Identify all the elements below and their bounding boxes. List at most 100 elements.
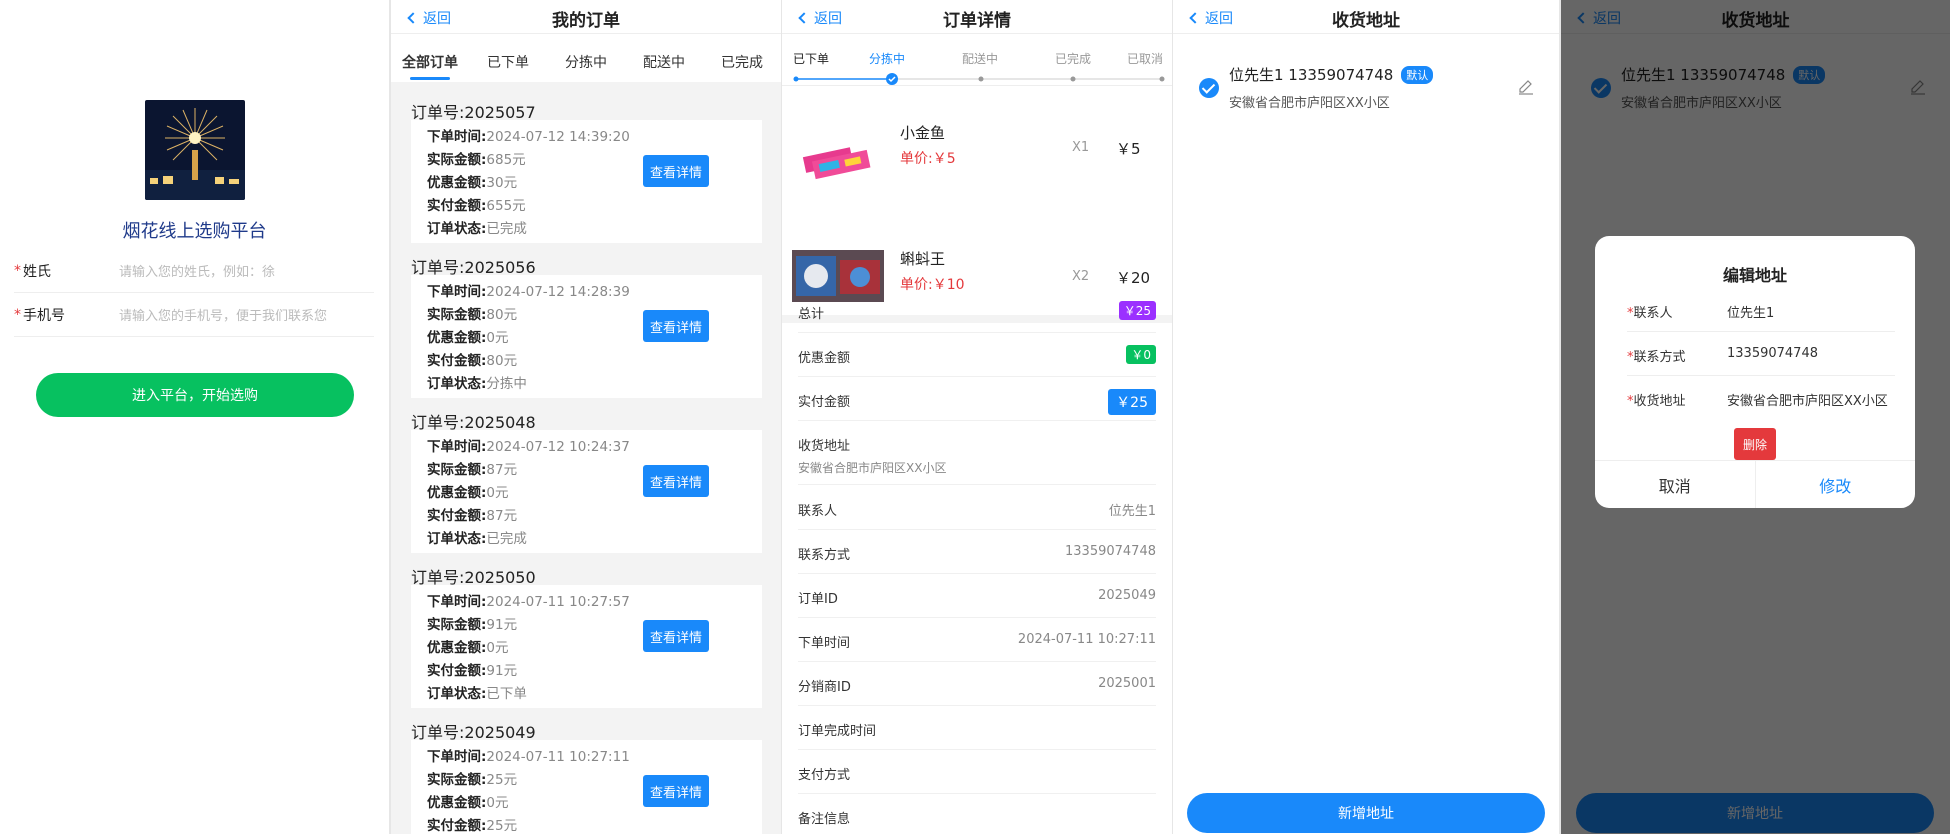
paid-value: 25元 bbox=[486, 818, 518, 834]
actual-value: 91元 bbox=[486, 617, 518, 633]
discount-badge: ￥0 bbox=[1126, 345, 1156, 364]
contact-field[interactable]: *联系人 位先生1 bbox=[1627, 288, 1895, 332]
order-id-value: 2025049 bbox=[1098, 588, 1156, 603]
page-title: 收货地址 bbox=[1332, 11, 1400, 31]
actual-label: 实际金额: bbox=[427, 462, 487, 478]
payment-method-label: 支付方式 bbox=[798, 768, 851, 783]
status-label: 订单状态: bbox=[427, 686, 487, 702]
view-details-button[interactable]: 查看详情 bbox=[643, 465, 709, 497]
dialog-title: 编辑地址 bbox=[1722, 266, 1787, 285]
product-amount: ￥20 bbox=[1116, 269, 1151, 287]
status-value: 已完成 bbox=[486, 531, 527, 547]
confirm-edit-button[interactable]: 修改 bbox=[1756, 461, 1916, 508]
product-qty: X2 bbox=[1072, 269, 1090, 284]
required-mark: * bbox=[14, 262, 21, 279]
view-details-button[interactable]: 查看详情 bbox=[643, 620, 709, 652]
total-badge: ￥25 bbox=[1118, 301, 1156, 320]
discount-row: 优惠金额 ￥0 bbox=[798, 333, 1156, 377]
product-image bbox=[792, 134, 884, 184]
nav-bar: 返回 订单详情 bbox=[782, 0, 1172, 34]
nav-bar: 返回 收货地址 bbox=[1173, 0, 1559, 34]
order-number: 订单号:2025050 bbox=[411, 561, 762, 587]
discount-value: 0元 bbox=[486, 330, 509, 346]
complete-time-label: 订单完成时间 bbox=[798, 724, 877, 739]
time-value: 2024-07-12 14:28:39 bbox=[486, 284, 630, 300]
paid-label: 实付金额: bbox=[427, 818, 487, 834]
order-number: 订单号:2025056 bbox=[411, 251, 762, 277]
time-value: 2024-07-11 10:27:11 bbox=[486, 749, 630, 765]
status-label: 订单状态: bbox=[427, 376, 487, 392]
order-progress-steps: 已下单 分拣中 配送中 已完成 已取消 bbox=[782, 34, 1172, 86]
detail-row: 分销商ID 2025001 bbox=[798, 662, 1156, 706]
edit-address-dialog: 编辑地址 *联系人 位先生1 *联系方式 13359074748 *收货地址 安… bbox=[1595, 236, 1915, 508]
discount-value: 0元 bbox=[486, 485, 509, 501]
actual-label: 实际金额: bbox=[427, 307, 487, 323]
tab-completed[interactable]: 已完成 bbox=[703, 34, 781, 82]
tab-delivering[interactable]: 配送中 bbox=[625, 34, 703, 82]
address-panel: 返回 收货地址 位先生1 13359074748 默认 安徽省合肥市庐阳区XX小区… bbox=[1173, 0, 1559, 834]
step-cancelled: 已取消 bbox=[1127, 52, 1164, 66]
address-label: 收货地址 bbox=[798, 439, 851, 454]
order-number: 订单号:2025049 bbox=[411, 716, 762, 742]
nav-bar: 返回 我的订单 bbox=[391, 0, 781, 34]
phone-value: 13359074748 bbox=[1065, 544, 1156, 559]
view-details-button[interactable]: 查看详情 bbox=[643, 310, 709, 342]
add-address-button[interactable]: 新增地址 bbox=[1187, 793, 1545, 833]
address-label: *收货地址 bbox=[1627, 394, 1686, 409]
order-list: 订单号:2025057 下单时间:2024-07-12 14:39:20 实际金… bbox=[411, 96, 762, 834]
discount-value: 30元 bbox=[486, 175, 518, 191]
edit-icon[interactable] bbox=[1517, 78, 1535, 96]
time-label: 下单时间: bbox=[427, 284, 487, 300]
actual-value: 80元 bbox=[486, 307, 518, 323]
edit-address-panel: 返回 收货地址 位先生1 13359074748默认 安徽省合肥市庐阳区XX小区… bbox=[1561, 0, 1950, 834]
cancel-button[interactable]: 取消 bbox=[1595, 461, 1756, 508]
order-detail-panel: 返回 订单详情 已下单 分拣中 配送中 已完成 已取消 小金鱼 单价:￥5 X1… bbox=[782, 0, 1172, 834]
status-label: 订单状态: bbox=[427, 221, 487, 237]
status-value: 分拣中 bbox=[486, 376, 527, 392]
order-time-label: 下单时间 bbox=[798, 636, 851, 651]
required-mark: * bbox=[14, 306, 21, 323]
status-label: 订单状态: bbox=[427, 531, 487, 547]
address-detail: 安徽省合肥市庐阳区XX小区 bbox=[1229, 96, 1390, 111]
discount-label: 优惠金额: bbox=[427, 795, 487, 811]
tab-all[interactable]: 全部订单 bbox=[391, 34, 469, 82]
distributor-id-value: 2025001 bbox=[1098, 676, 1156, 691]
contact-input[interactable]: 位先生1 bbox=[1727, 302, 1895, 321]
phone-input[interactable]: 13359074748 bbox=[1727, 346, 1895, 361]
detail-row: 下单时间 2024-07-11 10:27:11 bbox=[798, 618, 1156, 662]
order-card: 下单时间:2024-07-11 10:27:11 实际金额:25元 优惠金额:0… bbox=[411, 740, 762, 834]
product-price: 单价:￥5 bbox=[900, 151, 956, 167]
page-title: 订单详情 bbox=[943, 11, 1011, 31]
product-item: 小金鱼 单价:￥5 X1 ￥5 bbox=[782, 86, 1172, 194]
phone-field[interactable]: *联系方式 13359074748 bbox=[1627, 332, 1895, 376]
view-details-button[interactable]: 查看详情 bbox=[643, 775, 709, 807]
default-badge: 默认 bbox=[1401, 65, 1434, 84]
actual-value: 25元 bbox=[486, 772, 518, 788]
phone-input[interactable]: 请输入您的手机号，便于我们联系您 bbox=[119, 305, 327, 324]
selected-check-icon[interactable] bbox=[1199, 78, 1219, 98]
paid-value: 87元 bbox=[486, 508, 518, 524]
tab-sorting[interactable]: 分拣中 bbox=[547, 34, 625, 82]
total-row: 总计 ￥25 bbox=[798, 289, 1156, 333]
order-card: 下单时间:2024-07-12 10:24:37 实际金额:87元 优惠金额:0… bbox=[411, 430, 762, 553]
status-value: 已完成 bbox=[486, 221, 527, 237]
paid-row: 实付金额 ￥25 bbox=[798, 377, 1156, 421]
delete-button[interactable]: 删除 bbox=[1734, 428, 1776, 460]
contact-label: *联系人 bbox=[1627, 306, 1673, 321]
tab-placed[interactable]: 已下单 bbox=[469, 34, 547, 82]
enter-platform-button[interactable]: 进入平台，开始选购 bbox=[36, 373, 354, 417]
surname-field[interactable]: * 姓氏 请输入您的姓氏，例如：徐 bbox=[14, 249, 374, 293]
address-field[interactable]: *收货地址 安徽省合肥市庐阳区XX小区 bbox=[1627, 376, 1895, 420]
view-details-button[interactable]: 查看详情 bbox=[643, 155, 709, 187]
phone-field[interactable]: * 手机号 请输入您的手机号，便于我们联系您 bbox=[14, 293, 374, 337]
address-input[interactable]: 安徽省合肥市庐阳区XX小区 bbox=[1727, 390, 1895, 409]
address-item[interactable]: 位先生1 13359074748 默认 安徽省合肥市庐阳区XX小区 bbox=[1187, 56, 1543, 116]
step-completed: 已完成 bbox=[1055, 52, 1092, 66]
surname-input[interactable]: 请输入您的姓氏，例如：徐 bbox=[119, 261, 275, 280]
status-value: 已下单 bbox=[486, 686, 527, 702]
order-number: 订单号:2025048 bbox=[411, 406, 762, 432]
order-tabs: 全部订单 已下单 分拣中 配送中 已完成 bbox=[391, 34, 781, 82]
detail-row: 备注信息 bbox=[798, 794, 1156, 834]
step-sorting: 分拣中 bbox=[869, 52, 906, 66]
time-value: 2024-07-12 14:39:20 bbox=[486, 129, 630, 145]
